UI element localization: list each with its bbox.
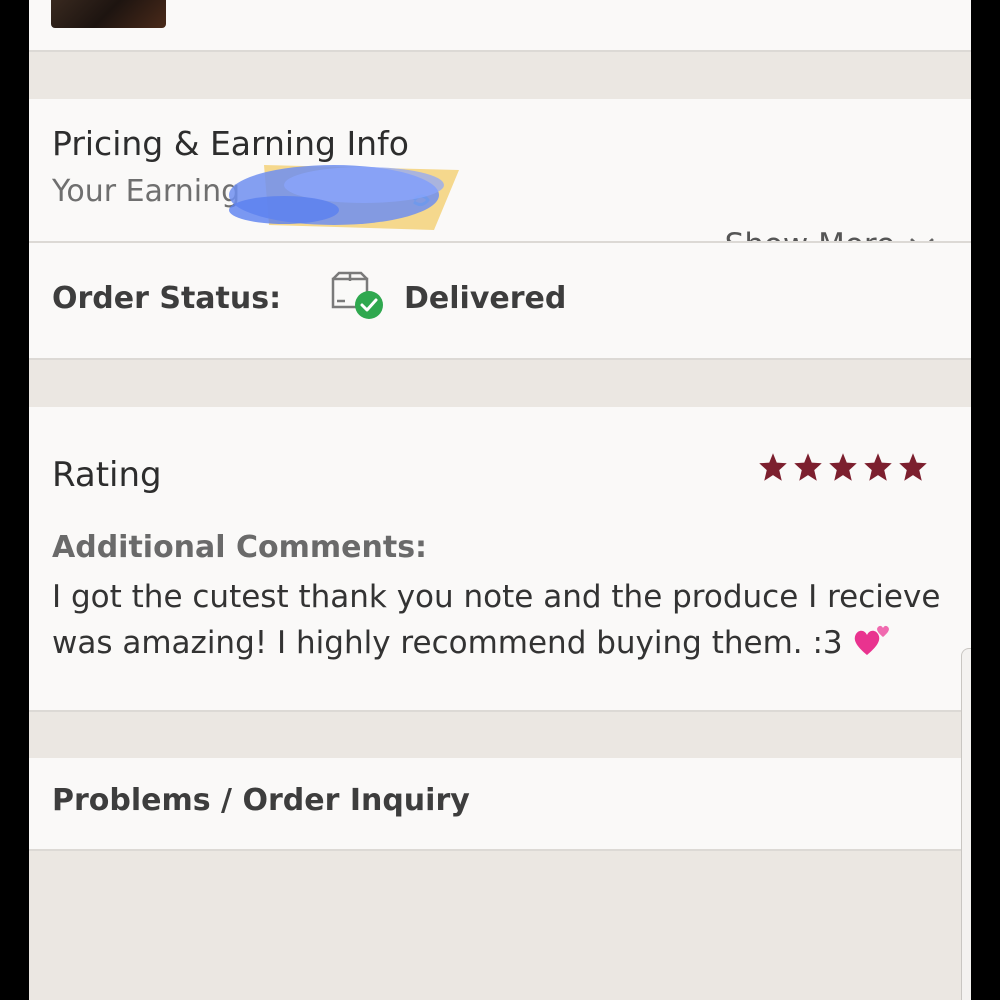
scrollbar[interactable] bbox=[961, 648, 971, 1000]
order-status-label: Order Status: bbox=[52, 281, 282, 316]
rating-title: Rating bbox=[52, 455, 162, 495]
additional-comments-label: Additional Comments: bbox=[52, 530, 428, 565]
package-delivered-icon bbox=[331, 271, 383, 319]
product-card[interactable] bbox=[29, 0, 971, 50]
star-icon bbox=[794, 453, 822, 481]
divider bbox=[29, 849, 971, 851]
redaction-scribble bbox=[229, 165, 459, 230]
star-icon bbox=[864, 453, 892, 481]
divider bbox=[29, 358, 971, 360]
star-rating bbox=[758, 452, 928, 482]
comment-text: I got the cutest thank you note and the … bbox=[52, 579, 941, 661]
star-icon bbox=[759, 453, 787, 481]
star-icon bbox=[899, 453, 927, 481]
divider bbox=[29, 50, 971, 52]
problems-card[interactable]: Problems / Order Inquiry bbox=[29, 758, 971, 849]
star-icon bbox=[829, 453, 857, 481]
problems-order-inquiry-link[interactable]: Problems / Order Inquiry bbox=[52, 783, 470, 818]
rating-card: Rating Additional Comments: I got the cu… bbox=[29, 407, 971, 710]
divider bbox=[29, 710, 971, 712]
screen: Pricing & Earning Info Your Earning Show… bbox=[29, 0, 971, 1000]
two-hearts-icon bbox=[854, 625, 889, 655]
pricing-card[interactable]: Pricing & Earning Info Your Earning Show… bbox=[29, 99, 971, 263]
product-thumbnail[interactable] bbox=[51, 0, 166, 28]
earning-subtitle: Your Earning bbox=[52, 174, 241, 209]
comment-text-block: I got the cutest thank you note and the … bbox=[52, 574, 952, 666]
order-status-value: Delivered bbox=[404, 281, 567, 316]
order-status-card: Order Status: Delivered bbox=[29, 243, 971, 358]
